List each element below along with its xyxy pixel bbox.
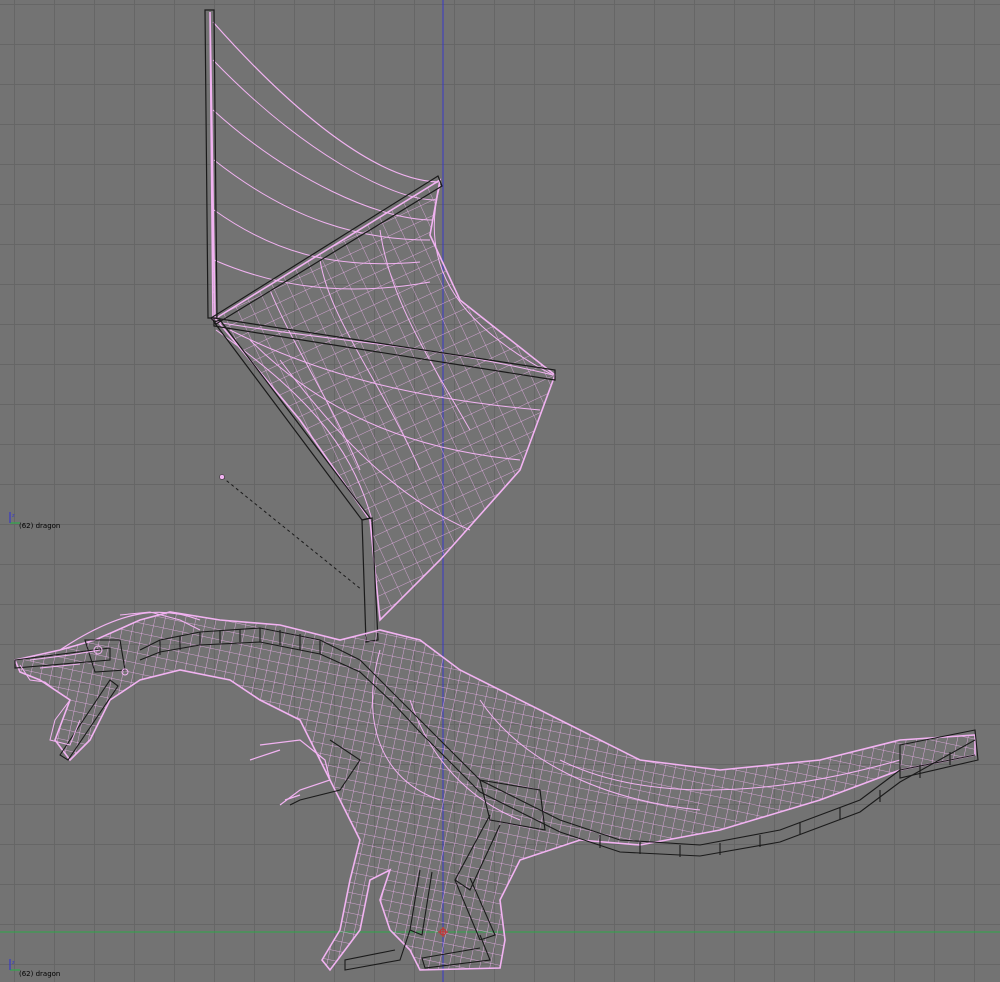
- object-info-label-lower: (62) dragon: [19, 970, 61, 978]
- constraint-dashed-line: [221, 476, 363, 591]
- 3d-viewport[interactable]: z (62) dragon z (62) dragon: [0, 0, 1000, 982]
- dragon-wireframe-scene: [0, 0, 1000, 982]
- ik-target-point[interactable]: [219, 474, 225, 480]
- object-info-label-upper: (62) dragon: [19, 522, 61, 530]
- svg-text:z: z: [12, 513, 15, 519]
- svg-text:z: z: [12, 960, 15, 966]
- wing-membrane: [209, 11, 556, 622]
- body-mesh: [13, 611, 976, 972]
